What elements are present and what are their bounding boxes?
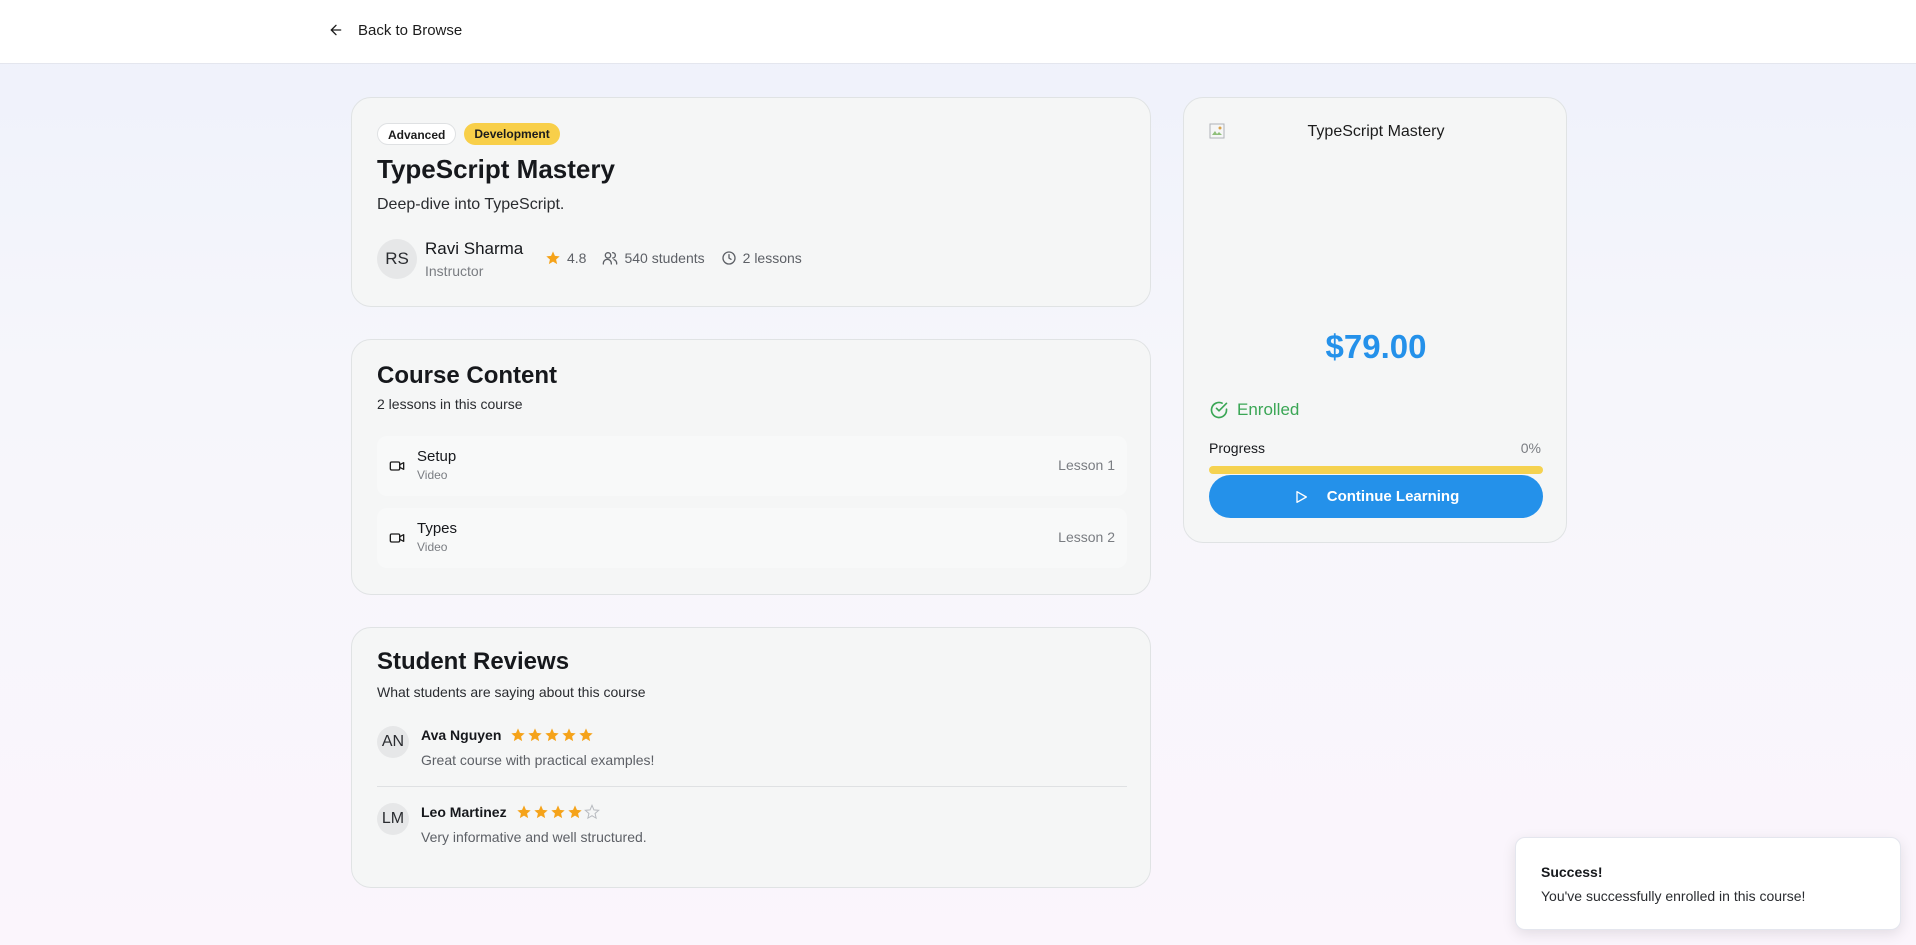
reviewer-name: Ava Nguyen bbox=[421, 727, 502, 743]
star-filled-icon bbox=[545, 728, 559, 742]
star-icon bbox=[546, 251, 560, 265]
top-bar: Back to Browse bbox=[0, 0, 1916, 64]
lesson-name: Types bbox=[417, 520, 458, 537]
reviews-title: Student Reviews bbox=[377, 648, 570, 675]
enrollment-card: TypeScript Mastery $79.00 Enrolled Progr… bbox=[1183, 97, 1567, 543]
star-filled-icon bbox=[517, 805, 531, 819]
enrollment-status: Enrolled bbox=[1209, 400, 1299, 420]
lessons-stat: 2 lessons bbox=[721, 250, 802, 266]
course-thumbnail: TypeScript Mastery bbox=[1209, 123, 1543, 311]
lesson-number: Lesson 1 bbox=[1058, 457, 1115, 473]
rating-stat: 4.8 bbox=[545, 250, 586, 266]
video-icon bbox=[389, 461, 405, 471]
rating-value: 4.8 bbox=[567, 250, 587, 266]
thumbnail-alt-text: TypeScript Mastery bbox=[1307, 123, 1445, 140]
course-content-card: Course Content 2 lessons in this course … bbox=[351, 339, 1151, 595]
toast-title: Success! bbox=[1541, 864, 1603, 880]
reviewer-avatar: AN bbox=[377, 726, 409, 758]
star-filled-icon bbox=[511, 728, 525, 742]
course-description: Deep-dive into TypeScript. bbox=[377, 196, 565, 213]
course-content-subtitle: 2 lessons in this course bbox=[377, 396, 523, 412]
progress-percent: 0% bbox=[1520, 440, 1541, 456]
star-filled-icon bbox=[528, 728, 542, 742]
instructor-avatar: RS bbox=[377, 239, 417, 279]
check-circle-icon bbox=[1210, 401, 1228, 419]
success-toast: Success! You've successfully enrolled in… bbox=[1515, 837, 1901, 930]
lesson-name: Setup bbox=[417, 448, 457, 465]
instructor-role: Instructor bbox=[425, 263, 484, 279]
back-link-label: Back to Browse bbox=[358, 21, 463, 39]
continue-learning-button[interactable]: Continue Learning bbox=[1209, 475, 1543, 518]
student-reviews-card: Student Reviews What students are saying… bbox=[351, 627, 1151, 888]
course-stats: 4.8 540 students 2 lessons bbox=[545, 250, 802, 266]
course-price: $79.00 bbox=[1325, 328, 1427, 365]
star-filled-icon bbox=[579, 728, 593, 742]
video-icon bbox=[389, 533, 405, 543]
star-filled-icon bbox=[562, 728, 576, 742]
reviews-subtitle: What students are saying about this cour… bbox=[377, 684, 646, 700]
progress-bar bbox=[1209, 466, 1543, 474]
star-filled-icon bbox=[568, 805, 582, 819]
category-badge: Development bbox=[464, 123, 560, 145]
course-title: TypeScript Mastery bbox=[377, 154, 615, 184]
lesson-item[interactable]: Setup Video Lesson 1 bbox=[377, 436, 1127, 496]
lesson-item[interactable]: Types Video Lesson 2 bbox=[377, 508, 1127, 568]
users-icon bbox=[603, 252, 618, 265]
lessons-count: 2 lessons bbox=[742, 250, 802, 266]
play-icon bbox=[1296, 490, 1307, 503]
reviewer-name: Leo Martinez bbox=[421, 804, 507, 820]
lesson-number: Lesson 2 bbox=[1058, 529, 1115, 545]
course-overview-card: Advanced Development TypeScript Mastery … bbox=[351, 97, 1151, 307]
star-filled-icon bbox=[551, 805, 565, 819]
instructor-info: RS Ravi Sharma Instructor bbox=[377, 239, 523, 279]
lesson-type: Video bbox=[417, 468, 448, 482]
review-divider bbox=[377, 786, 1127, 787]
course-badges: Advanced Development bbox=[377, 123, 560, 145]
course-content-title: Course Content bbox=[377, 362, 557, 389]
star-filled-icon bbox=[534, 805, 548, 819]
review-text: Great course with practical examples! bbox=[421, 752, 655, 768]
review-text: Very informative and well structured. bbox=[421, 829, 647, 845]
toast-message: You've successfully enrolled in this cou… bbox=[1541, 888, 1806, 904]
reviewer-avatar: LM bbox=[377, 803, 409, 835]
back-to-browse-link[interactable]: Back to Browse bbox=[328, 18, 462, 42]
instructor-name: Ravi Sharma bbox=[425, 239, 524, 258]
star-empty-icon bbox=[584, 804, 600, 820]
arrow-left-icon bbox=[330, 24, 342, 36]
review-stars bbox=[510, 727, 594, 743]
level-badge: Advanced bbox=[377, 123, 457, 145]
lesson-type: Video bbox=[417, 540, 448, 554]
progress-label: Progress bbox=[1209, 440, 1266, 456]
students-count: 540 students bbox=[624, 250, 705, 266]
continue-learning-label: Continue Learning bbox=[1326, 488, 1460, 505]
students-stat: 540 students bbox=[602, 250, 705, 266]
clock-icon bbox=[721, 251, 736, 265]
enrollment-status-label: Enrolled bbox=[1237, 400, 1300, 419]
review-stars bbox=[516, 804, 600, 820]
